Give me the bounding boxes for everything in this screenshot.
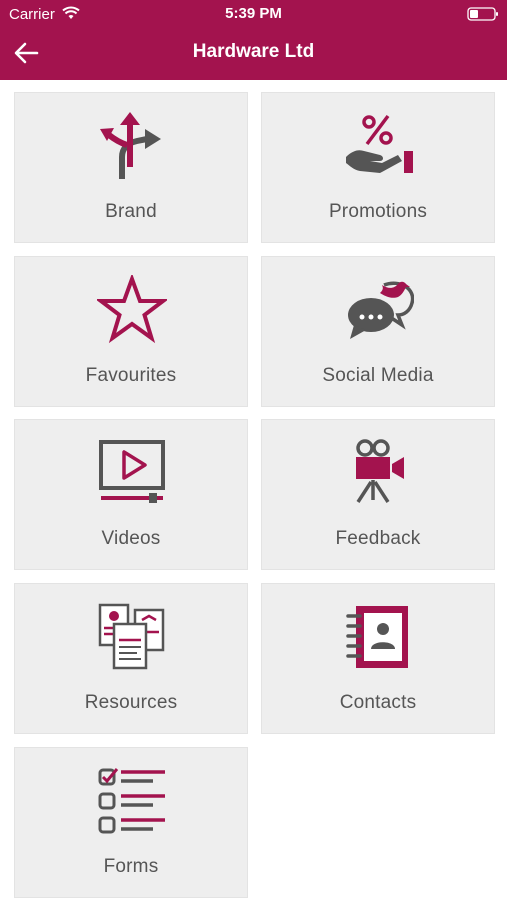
tile-forms[interactable]: Forms <box>14 747 248 898</box>
tile-label: Resources <box>84 692 178 713</box>
percent-hand-icon <box>346 114 413 173</box>
video-player-icon <box>99 440 165 503</box>
star-icon <box>97 275 167 344</box>
tile-label: Brand <box>105 201 157 222</box>
battery-icon <box>467 7 498 21</box>
tile-label: Favourites <box>85 365 177 386</box>
status-time: 5:39 PM <box>225 5 282 22</box>
page-title: Hardware Ltd <box>192 41 315 62</box>
documents-icon <box>98 603 165 670</box>
tile-label: Forms <box>103 856 159 877</box>
tile-label: Social Media <box>322 365 434 386</box>
app-header: Carrier 5:39 PM Hardware Ltd <box>0 0 507 80</box>
direction-arrows-icon <box>100 112 161 179</box>
address-book-icon <box>346 606 408 668</box>
tile-label: Contacts <box>339 692 417 713</box>
tile-brand[interactable]: Brand <box>14 92 248 243</box>
tile-feedback[interactable]: Feedback <box>261 419 495 570</box>
checklist-icon <box>98 768 165 834</box>
camera-icon <box>356 439 404 503</box>
tile-resources[interactable]: Resources <box>14 583 248 734</box>
tile-label: Feedback <box>335 528 421 549</box>
chat-bird-icon <box>348 281 414 339</box>
nav-bar: Hardware Ltd <box>0 30 507 76</box>
tile-label: Videos <box>101 528 161 549</box>
tile-label: Promotions <box>328 201 428 222</box>
status-bar: Carrier 5:39 PM <box>0 0 507 28</box>
tile-social-media[interactable]: Social Media <box>261 256 495 407</box>
tile-favourites[interactable]: Favourites <box>14 256 248 407</box>
tile-contacts[interactable]: Contacts <box>261 583 495 734</box>
tile-promotions[interactable]: Promotions <box>261 92 495 243</box>
tile-videos[interactable]: Videos <box>14 419 248 570</box>
